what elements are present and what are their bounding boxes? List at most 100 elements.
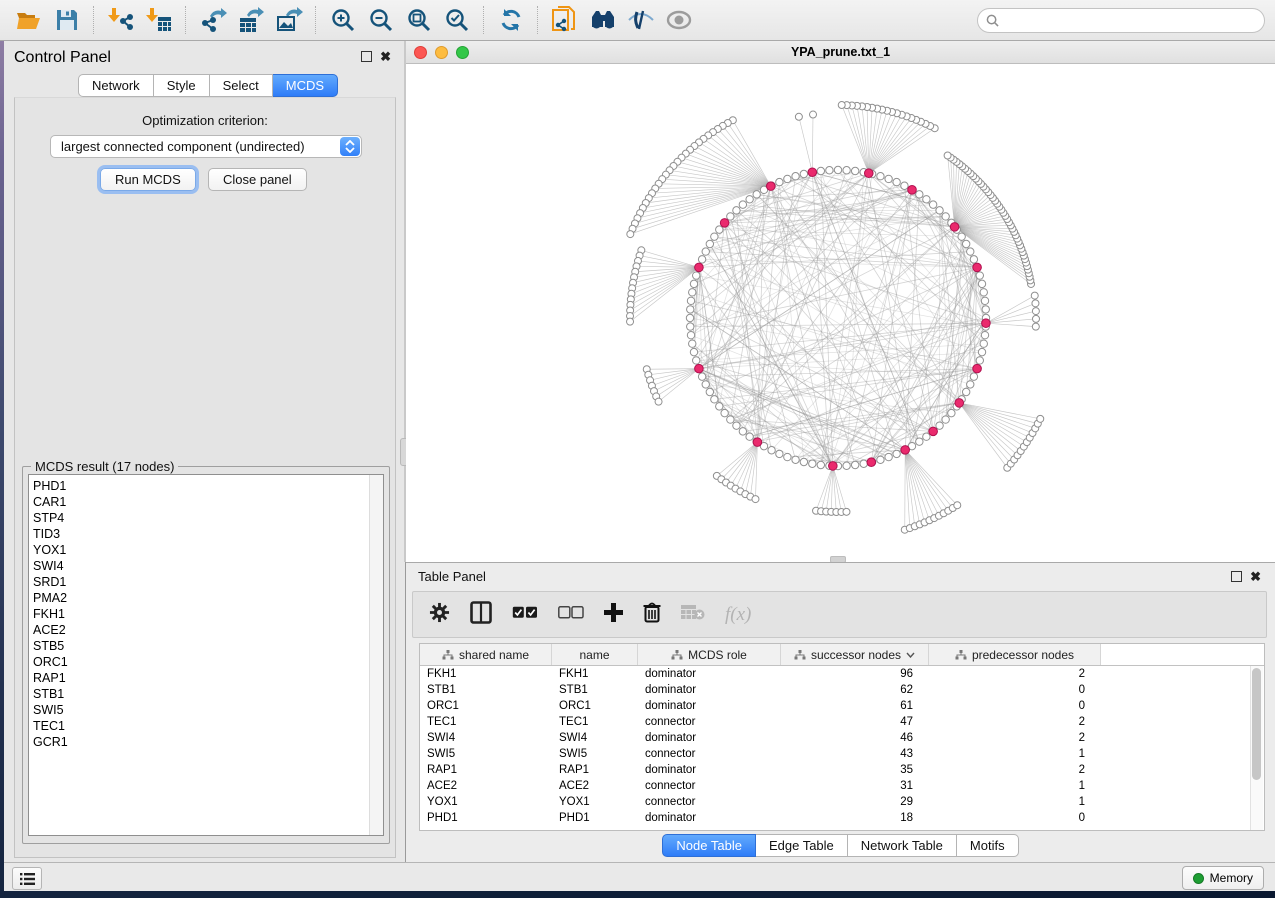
mcds-list-scrollbar[interactable] xyxy=(369,475,383,835)
graph-node[interactable] xyxy=(967,381,974,388)
graph-node[interactable] xyxy=(690,280,697,287)
close-panel-button[interactable]: Close panel xyxy=(208,168,307,191)
close-panel-icon[interactable]: ✖ xyxy=(380,52,391,61)
graph-node[interactable] xyxy=(843,508,850,515)
mcds-result-item[interactable]: TEC1 xyxy=(33,718,383,734)
graph-node[interactable] xyxy=(970,373,977,380)
mcds-result-item[interactable]: SRD1 xyxy=(33,574,383,590)
graph-node[interactable] xyxy=(860,460,867,467)
graph-node[interactable] xyxy=(973,364,982,373)
graph-node[interactable] xyxy=(706,388,713,395)
graph-node[interactable] xyxy=(967,248,974,255)
close-table-panel-icon[interactable]: ✖ xyxy=(1250,572,1261,581)
mcds-result-item[interactable]: SWI4 xyxy=(33,558,383,574)
graph-node[interactable] xyxy=(792,456,799,463)
graph-node[interactable] xyxy=(733,422,740,429)
graph-node[interactable] xyxy=(916,191,923,198)
mcds-result-item[interactable]: PHD1 xyxy=(33,478,383,494)
graph-node[interactable] xyxy=(923,196,930,203)
graph-node[interactable] xyxy=(970,256,977,263)
refresh-view-icon[interactable] xyxy=(492,3,530,37)
graph-node[interactable] xyxy=(716,226,723,233)
search-box[interactable] xyxy=(977,8,1265,33)
graph-node[interactable] xyxy=(901,446,910,455)
graph-node[interactable] xyxy=(1032,315,1039,322)
graph-node[interactable] xyxy=(627,231,634,238)
graph-node[interactable] xyxy=(817,461,824,468)
zoom-fit-icon[interactable] xyxy=(400,3,438,37)
panel-menu-button[interactable] xyxy=(12,867,42,890)
graph-node[interactable] xyxy=(877,173,884,180)
graph-node[interactable] xyxy=(864,169,873,178)
graph-node[interactable] xyxy=(800,458,807,465)
graph-node[interactable] xyxy=(962,388,969,395)
save-session-icon[interactable] xyxy=(48,3,86,37)
import-table-icon[interactable] xyxy=(140,3,178,37)
graph-node[interactable] xyxy=(776,178,783,185)
graph-node[interactable] xyxy=(768,447,775,454)
table-row[interactable]: SWI4SWI4dominator462 xyxy=(420,730,1264,746)
graph-node[interactable] xyxy=(955,399,964,408)
graph-node[interactable] xyxy=(702,248,709,255)
graph-node[interactable] xyxy=(944,152,951,159)
table-row[interactable]: PHD1PHD1dominator180 xyxy=(420,810,1264,826)
function-builder-icon-disabled[interactable]: f(x) xyxy=(725,604,751,626)
select-all-icon[interactable] xyxy=(512,606,538,624)
import-network-icon[interactable] xyxy=(102,3,140,37)
graph-node[interactable] xyxy=(702,381,709,388)
graph-node[interactable] xyxy=(948,409,955,416)
graph-node[interactable] xyxy=(877,456,884,463)
graph-node[interactable] xyxy=(929,427,938,436)
graph-node[interactable] xyxy=(829,462,838,471)
graph-node[interactable] xyxy=(716,403,723,410)
graph-node[interactable] xyxy=(851,167,858,174)
float-panel-icon[interactable] xyxy=(361,51,372,62)
graph-node[interactable] xyxy=(686,314,693,321)
tab-motifs[interactable]: Motifs xyxy=(957,834,1019,857)
graph-node[interactable] xyxy=(739,201,746,208)
graph-node[interactable] xyxy=(982,319,991,328)
graph-node[interactable] xyxy=(693,357,700,364)
table-row[interactable]: STB1STB1dominator620 xyxy=(420,682,1264,698)
graph-node[interactable] xyxy=(753,438,762,447)
graph-node[interactable] xyxy=(809,460,816,467)
export-image-icon[interactable] xyxy=(270,3,308,37)
graph-node[interactable] xyxy=(976,357,983,364)
graph-node[interactable] xyxy=(893,178,900,185)
zoom-in-icon[interactable] xyxy=(324,3,362,37)
table-options-gear-icon[interactable] xyxy=(429,602,450,628)
tab-style[interactable]: Style xyxy=(154,74,210,97)
mcds-result-item[interactable]: STB5 xyxy=(33,638,383,654)
mcds-result-item[interactable]: TID3 xyxy=(33,526,383,542)
graph-node[interactable] xyxy=(695,263,704,272)
new-network-from-selection-icon[interactable] xyxy=(546,3,584,37)
table-row[interactable]: RAP1RAP1dominator352 xyxy=(420,762,1264,778)
graph-node[interactable] xyxy=(792,173,799,180)
graph-node[interactable] xyxy=(843,167,850,174)
mcds-result-item[interactable]: RAP1 xyxy=(33,670,383,686)
tab-mcds[interactable]: MCDS xyxy=(273,74,338,97)
graph-node[interactable] xyxy=(929,201,936,208)
graph-node[interactable] xyxy=(784,453,791,460)
graph-node[interactable] xyxy=(838,102,845,109)
graph-node[interactable] xyxy=(733,207,740,214)
graph-node[interactable] xyxy=(916,438,923,445)
graph-node[interactable] xyxy=(978,280,985,287)
graph-node[interactable] xyxy=(627,318,634,325)
delete-table-icon-disabled[interactable] xyxy=(681,604,705,625)
graph-node[interactable] xyxy=(980,340,987,347)
graph-node[interactable] xyxy=(693,272,700,279)
add-column-icon[interactable] xyxy=(604,603,623,627)
search-input[interactable] xyxy=(1005,12,1256,28)
graph-node[interactable] xyxy=(981,297,988,304)
run-mcds-button[interactable]: Run MCDS xyxy=(100,168,196,191)
column-header-MCDS-role[interactable]: MCDS role xyxy=(638,644,781,665)
show-hide-columns-icon[interactable] xyxy=(470,601,492,629)
zoom-out-icon[interactable] xyxy=(362,3,400,37)
graph-node[interactable] xyxy=(698,373,705,380)
graph-node[interactable] xyxy=(1037,415,1044,422)
table-row[interactable]: FKH1FKH1dominator962 xyxy=(420,666,1264,682)
graph-node[interactable] xyxy=(689,340,696,347)
graph-node[interactable] xyxy=(834,166,841,173)
graph-node[interactable] xyxy=(706,240,713,247)
